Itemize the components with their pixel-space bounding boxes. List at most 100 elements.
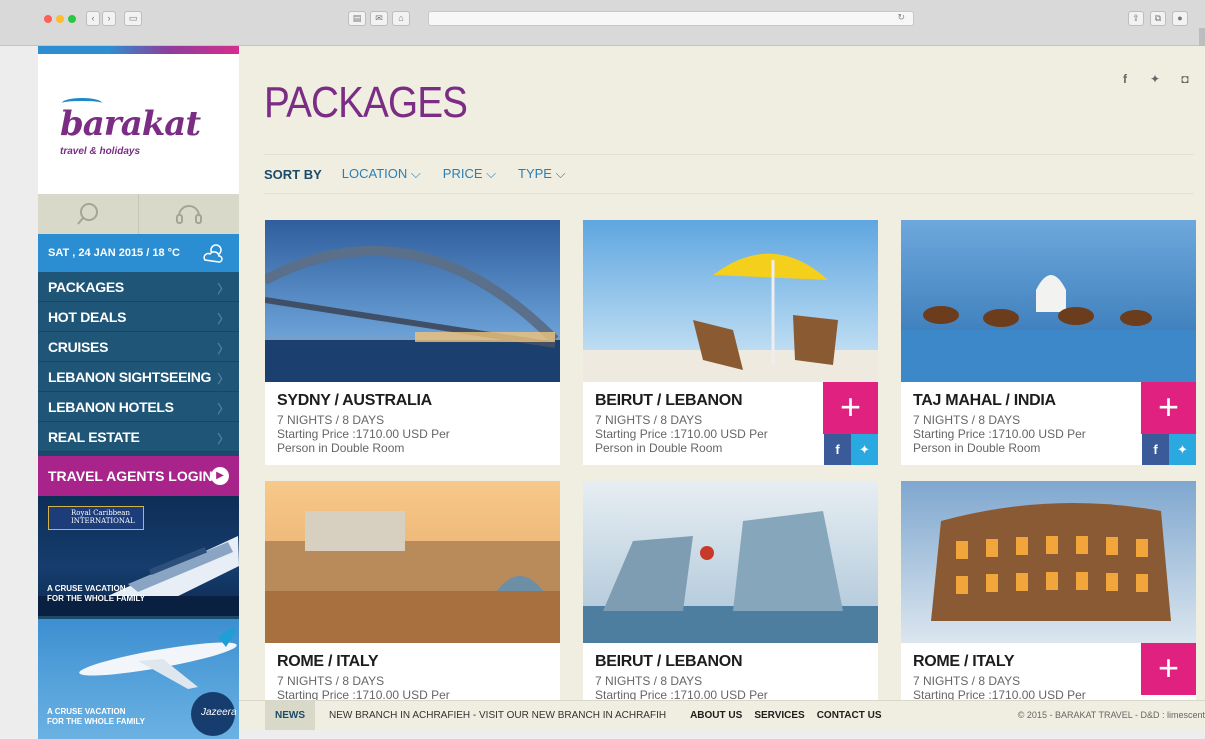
add-package-button[interactable]: + (1141, 643, 1196, 695)
chevron-right-icon: 〉 (217, 342, 229, 356)
social-links: f ✦ ◘ (1117, 72, 1193, 88)
ad-text-line1: A CRUSE VACATION (47, 707, 126, 716)
package-details: 7 NIGHTS / 8 DAYS Starting Price :1710.00… (595, 674, 768, 702)
travel-agents-login-button[interactable]: TRAVEL AGENTS LOGIN ▶ (38, 456, 239, 496)
close-window-button[interactable] (44, 15, 52, 23)
package-card[interactable]: ROME / ITALY 7 NIGHTS / 8 DAYS Starting P… (265, 481, 560, 726)
forward-button[interactable]: › (102, 11, 116, 26)
support-button[interactable] (139, 194, 239, 234)
sort-bar: SORT BY LOCATION ⌵ PRICE ⌵ TYPE ⌵ (264, 154, 1194, 194)
package-card[interactable]: TAJ MAHAL / INDIA 7 NIGHTS / 8 DAYS Start… (901, 220, 1196, 465)
news-ticker[interactable]: NEW BRANCH IN ACHRAFIEH - VISIT OUR NEW … (329, 710, 666, 721)
sort-location-dropdown[interactable]: LOCATION ⌵ (342, 166, 421, 182)
minimize-window-button[interactable] (56, 15, 64, 23)
package-title: SYDNY / AUSTRALIA (277, 392, 432, 409)
services-link[interactable]: SERVICES (754, 710, 804, 721)
package-title: ROME / ITALY (277, 653, 379, 670)
search-icon (77, 203, 98, 225)
back-button[interactable]: ‹ (86, 11, 100, 26)
taj-mahal-camels-image (901, 220, 1196, 382)
tools-bar (38, 194, 239, 234)
add-package-button[interactable]: + (1141, 382, 1196, 434)
beach-umbrella-image (583, 220, 878, 382)
chevron-right-icon: 〉 (217, 432, 229, 446)
facebook-icon[interactable]: f (1117, 72, 1133, 88)
news-label: NEWS (265, 700, 315, 730)
chevron-right-icon: 〉 (217, 372, 229, 386)
main-content: PACKAGES f ✦ ◘ SORT BY LOCATION ⌵ PRICE … (239, 46, 1205, 726)
sidebar-item-label: PACKAGES (48, 278, 124, 295)
facebook-share-icon[interactable]: f (1142, 434, 1169, 465)
package-title: BEIRUT / LEBANON (595, 653, 743, 670)
contact-us-link[interactable]: CONTACT US (817, 710, 882, 721)
twitter-icon[interactable]: ✦ (1147, 72, 1163, 88)
print-icon[interactable]: ▤ (348, 11, 366, 26)
sort-price-dropdown[interactable]: PRICE ⌵ (443, 166, 496, 182)
sidebar-item-label: LEBANON HOTELS (48, 398, 174, 415)
cruise-ad-banner[interactable]: Royal Caribbean INTERNATIONAL A CRUSE VA… (38, 496, 239, 616)
footer: NEWS NEW BRANCH IN ACHRAFIEH - VISIT OUR… (239, 700, 1205, 730)
add-package-button[interactable]: + (823, 382, 878, 434)
sidebar-item-lebanon-sightseeing[interactable]: LEBANON SIGHTSEEING 〉 (38, 362, 239, 392)
instagram-icon[interactable]: ◘ (1177, 72, 1193, 88)
sidebar-item-packages[interactable]: PACKAGES 〉 (38, 272, 239, 302)
search-button[interactable] (38, 194, 139, 234)
home-icon[interactable]: ⌂ (392, 11, 410, 26)
sydney-harbour-image (265, 220, 560, 382)
package-details: 7 NIGHTS / 8 DAYS Starting Price :1710.00… (595, 413, 768, 455)
share-icon[interactable]: ⇪ (1128, 11, 1144, 26)
sidebar-item-hot-deals[interactable]: HOT DEALS 〉 (38, 302, 239, 332)
package-details: 7 NIGHTS / 8 DAYS Starting Price :1710.00… (277, 413, 450, 455)
tabs-icon[interactable]: ⧉ (1150, 11, 1166, 26)
package-details: 7 NIGHTS / 8 DAYS Starting Price :1710.00… (913, 674, 1086, 702)
mail-icon[interactable]: ✉ (370, 11, 388, 26)
headset-icon (176, 205, 202, 224)
ad-text-line2: FOR THE WHOLE FAMILY (47, 717, 145, 726)
sort-type-dropdown[interactable]: TYPE ⌵ (518, 166, 565, 182)
package-card[interactable]: ROME / ITALY 7 NIGHTS / 8 DAYS Starting P… (901, 481, 1196, 726)
package-card[interactable]: BEIRUT / LEBANON 7 NIGHTS / 8 DAYS Starti… (583, 481, 878, 726)
package-details: 7 NIGHTS / 8 DAYS Starting Price :1710.00… (277, 674, 450, 702)
sidebar-item-label: LEBANON SIGHTSEEING (48, 368, 212, 385)
ad-text-line2: FOR THE WHOLE FAMILY (47, 594, 145, 603)
arrow-right-icon: ▶ (211, 467, 229, 485)
twitter-share-icon[interactable]: ✦ (851, 434, 878, 465)
logo-tagline: travel & holidays (60, 146, 141, 157)
partly-cloudy-icon (203, 244, 223, 263)
package-card[interactable]: SYDNY / AUSTRALIA 7 NIGHTS / 8 DAYS Start… (265, 220, 560, 465)
color-stripe (38, 46, 239, 54)
airline-ad-banner[interactable]: Jazeera A CRUSE VACATION FOR THE WHOLE F… (38, 619, 239, 739)
package-details: 7 NIGHTS / 8 DAYS Starting Price :1710.00… (913, 413, 1086, 455)
sidebar-item-label: CRUISES (48, 338, 109, 355)
chevron-right-icon: 〉 (217, 402, 229, 416)
zoom-window-button[interactable] (68, 15, 76, 23)
logo[interactable]: barakat travel & holidays (38, 54, 239, 194)
logo-text: barakat (60, 104, 201, 144)
scrollbar[interactable] (1199, 28, 1205, 48)
package-title: BEIRUT / LEBANON (595, 392, 743, 409)
date-weather-text: SAT , 24 JAN 2015 / 18 °C (48, 247, 180, 259)
downloads-icon[interactable]: ● (1172, 11, 1188, 26)
chevron-down-icon: ⌵ (555, 166, 566, 181)
address-bar[interactable]: ↻ (428, 11, 914, 26)
reload-icon[interactable]: ↻ (897, 12, 905, 23)
sidebar-item-cruises[interactable]: CRUISES 〉 (38, 332, 239, 362)
facebook-share-icon[interactable]: f (824, 434, 851, 465)
colosseum-image (901, 481, 1196, 643)
sidebar-item-real-estate[interactable]: REAL ESTATE 〉 (38, 422, 239, 452)
jazeera-logo: Jazeera (201, 707, 237, 718)
sidebar: barakat travel & holidays SAT , 24 JAN 2… (38, 46, 239, 739)
about-us-link[interactable]: ABOUT US (690, 710, 742, 721)
package-card[interactable]: BEIRUT / LEBANON 7 NIGHTS / 8 DAYS Starti… (583, 220, 878, 465)
rome-cityscape-image (265, 481, 560, 643)
browser-toolbar: ‹ › ▭ ▤ ✉ ⌂ ↻ ⇪ ⧉ ● (0, 0, 1205, 48)
travel-agents-login-label: TRAVEL AGENTS LOGIN (48, 468, 213, 484)
twitter-share-icon[interactable]: ✦ (1169, 434, 1196, 465)
sidebar-item-lebanon-hotels[interactable]: LEBANON HOTELS 〉 (38, 392, 239, 422)
chevron-down-icon: ⌵ (486, 166, 496, 181)
copyright-text: © 2015 - BARAKAT TRAVEL - D&D : limescen… (1017, 710, 1205, 720)
package-title: ROME / ITALY (913, 653, 1015, 670)
sidebar-toggle-icon[interactable]: ▭ (124, 11, 142, 26)
sidebar-item-label: HOT DEALS (48, 308, 127, 325)
chevron-right-icon: 〉 (217, 282, 229, 296)
